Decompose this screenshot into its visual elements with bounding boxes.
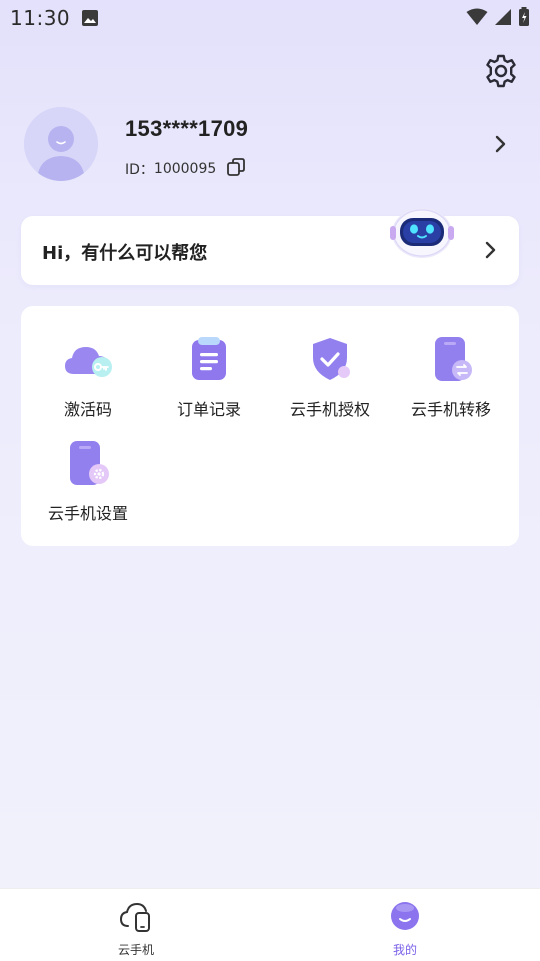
wifi-icon [466,8,488,30]
service-cloud-phone-settings[interactable]: 云手机设置 [29,438,147,524]
service-cloud-phone-authorization[interactable]: 云手机授权 [271,334,389,420]
service-label: 云手机设置 [47,504,128,523]
battery-icon [518,7,530,31]
cloud-phone-icon [118,902,154,937]
cloud-key-icon [29,334,147,386]
help-text: Hi，有什么可以帮您 [42,243,208,264]
copy-icon[interactable] [226,157,246,181]
phone-number: 153****1709 [125,116,249,141]
service-order-records[interactable]: 订单记录 [150,334,268,420]
nav-label: 我的 [392,943,417,957]
avatar[interactable] [24,107,98,181]
status-bar: 11:30 [0,0,540,36]
service-label: 激活码 [63,400,112,419]
user-id-value: 1000095 [153,161,217,177]
user-id-label: ID： [125,162,154,178]
services-card: 激活码 订单记录 云手机授权 云手机转移 云手机设置 [21,306,519,546]
service-label: 订单记录 [176,400,241,419]
nav-item-mine[interactable]: 我的 [365,899,445,958]
profile-chevron-right-icon[interactable] [493,134,509,158]
help-assistant-card[interactable]: Hi，有什么可以帮您 [21,208,519,285]
service-label: 云手机转移 [410,400,491,419]
robot-assistant-icon [387,202,457,262]
user-id-row: ID： 1000095 [125,157,246,181]
status-time: 11:30 [10,6,71,30]
bottom-nav: 云手机 我的 [0,888,540,961]
nav-item-cloud-phone[interactable]: 云手机 [96,899,176,958]
service-cloud-phone-transfer[interactable]: 云手机转移 [392,334,510,420]
cellular-signal-icon [494,8,512,30]
service-label: 云手机授权 [289,400,370,419]
image-notification-icon [81,9,99,31]
phone-settings-icon [29,438,147,490]
order-clipboard-icon [150,334,268,386]
shield-check-icon [271,334,389,386]
gear-icon [482,54,520,94]
phone-transfer-icon [392,334,510,386]
nav-label: 云手机 [117,943,154,957]
service-activation-code[interactable]: 激活码 [29,334,147,420]
mine-smile-icon [388,902,422,937]
settings-button[interactable] [482,52,520,90]
help-chevron-right-icon [483,240,499,264]
